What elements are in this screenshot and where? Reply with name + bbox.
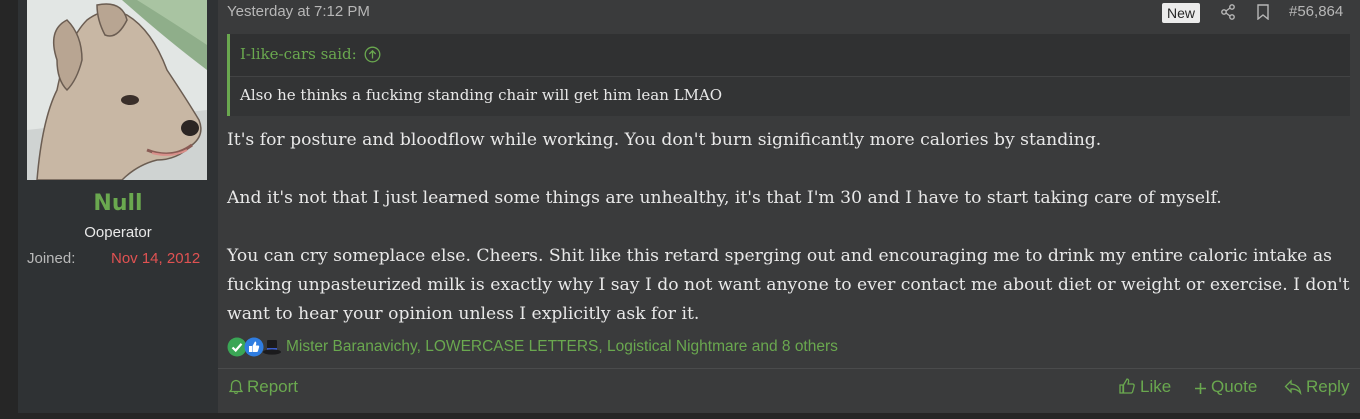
like-label: Like (1140, 377, 1172, 396)
joined-label: Joined: (27, 250, 76, 267)
dog-avatar-icon (27, 0, 207, 180)
joined-date: Nov 14, 2012 (111, 250, 201, 267)
report-button[interactable]: Report (228, 377, 299, 397)
post-number[interactable]: #56,864 (1289, 3, 1343, 20)
forum-post: Null Ooperator Joined: Nov 14, 2012 Yest… (18, 0, 1360, 413)
report-label: Report (247, 377, 299, 396)
quote-button[interactable]: Quote (1194, 377, 1257, 397)
post-paragraph: And it's not that I just learned some th… (227, 188, 1222, 208)
username[interactable]: Null (18, 191, 218, 216)
plus-icon (1195, 383, 1206, 394)
thumbs-up-icon (1119, 378, 1135, 394)
share-icon[interactable] (1220, 4, 1236, 24)
bell-icon (228, 379, 244, 395)
arrow-up-circle-icon[interactable] (364, 46, 381, 67)
user-title: Ooperator (84, 224, 152, 241)
new-badge: New (1162, 3, 1201, 23)
post-actions: Report Like Quote Reply (218, 368, 1360, 413)
reply-label: Reply (1306, 377, 1350, 396)
quote-label: Quote (1211, 377, 1258, 396)
post-content: It's for posture and bloodflow while wor… (227, 126, 1355, 329)
quote-header (230, 34, 1350, 77)
reply-button[interactable]: Reply (1284, 377, 1349, 397)
reaction-names[interactable]: Mister Baranavichy, LOWERCASE LETTERS, L… (286, 338, 838, 356)
quote-block: I-like-cars said: Also he thinks a fucki… (227, 34, 1350, 116)
like-button[interactable]: Like (1118, 377, 1171, 397)
post-main: Yesterday at 7:12 PM New #56,864 I-like-… (218, 0, 1360, 413)
top-hat-icon (263, 340, 281, 355)
quote-author-link[interactable]: I-like-cars said: (240, 45, 357, 63)
reply-arrow-icon (1284, 379, 1302, 396)
thumbs-up-icon (244, 337, 264, 357)
post-timestamp[interactable]: Yesterday at 7:12 PM (227, 3, 370, 20)
post-paragraph: It's for posture and bloodflow while wor… (227, 130, 1102, 150)
post-paragraph: You can cry someplace else. Cheers. Shit… (227, 246, 1350, 324)
avatar[interactable] (27, 0, 207, 180)
user-sidebar: Null Ooperator Joined: Nov 14, 2012 (18, 0, 218, 413)
bookmark-icon[interactable] (1256, 4, 1270, 24)
quote-text: Also he thinks a fucking standing chair … (240, 86, 723, 104)
